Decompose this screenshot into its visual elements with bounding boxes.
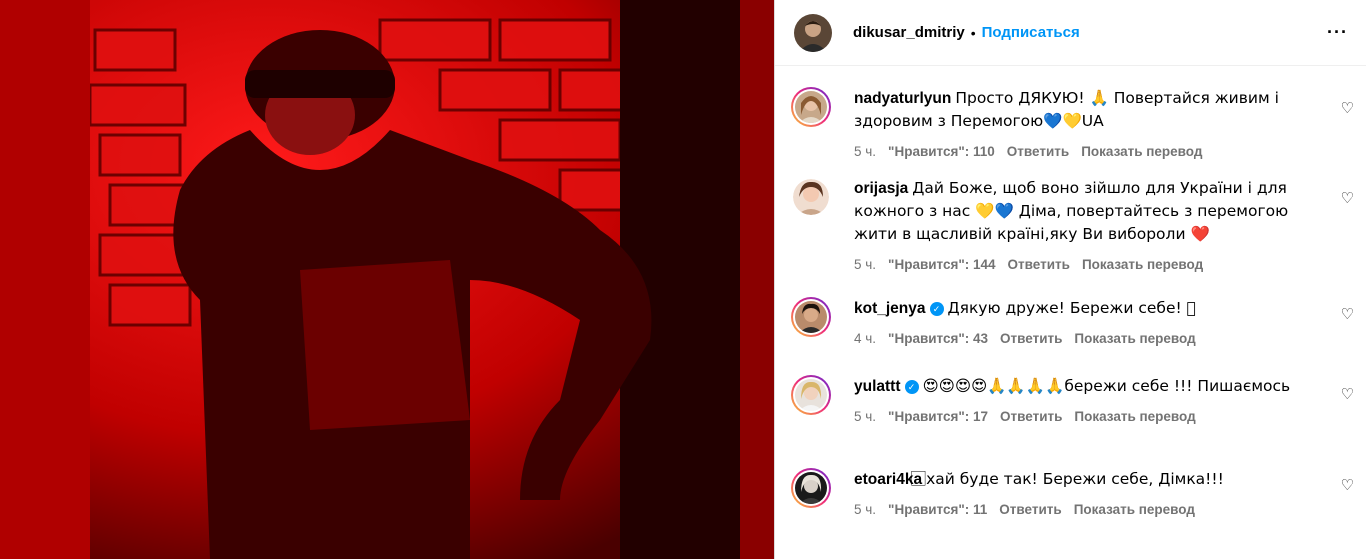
commenter-avatar[interactable] <box>791 87 831 127</box>
comment-text: Дай Боже, щоб воно зійшло для України і … <box>854 179 1289 243</box>
like-heart-icon[interactable]: ♡ <box>1341 99 1354 117</box>
follow-button[interactable]: Подписаться <box>982 24 1080 41</box>
like-heart-icon[interactable]: ♡ <box>1341 305 1354 323</box>
comment-item: etoari4ka⃞хай буде так! Бережи себе, Дім… <box>775 468 1366 526</box>
reply-button[interactable]: Ответить <box>1007 144 1069 159</box>
author-username[interactable]: dikusar_dmitriy <box>853 24 965 41</box>
commenter-avatar[interactable] <box>791 468 831 508</box>
post-photo <box>0 0 774 559</box>
likes-count[interactable]: "Нравится": 110 <box>888 144 995 159</box>
more-options-icon[interactable]: ··· <box>1327 22 1348 43</box>
comment-time[interactable]: 5 ч. <box>854 144 876 159</box>
comment-username[interactable]: kot_jenya <box>854 300 926 317</box>
separator-dot: • <box>970 24 976 41</box>
translate-button[interactable]: Показать перевод <box>1074 502 1195 517</box>
reply-button[interactable]: Ответить <box>1000 409 1062 424</box>
verified-badge-icon: ✓ <box>929 302 944 316</box>
like-heart-icon[interactable]: ♡ <box>1341 476 1354 494</box>
verified-badge-icon: ✓ <box>904 380 919 394</box>
comment-username[interactable]: etoari4ka <box>854 471 922 488</box>
likes-count[interactable]: "Нравится": 11 <box>888 502 987 517</box>
commenter-avatar[interactable] <box>791 297 831 337</box>
likes-count[interactable]: "Нравится": 17 <box>888 409 988 424</box>
like-heart-icon[interactable]: ♡ <box>1341 189 1354 207</box>
comments-panel: dikusar_dmitriy • Подписаться ··· nadyat… <box>774 0 1366 559</box>
like-heart-icon[interactable]: ♡ <box>1341 385 1354 403</box>
reply-button[interactable]: Ответить <box>999 502 1061 517</box>
comment-time[interactable]: 5 ч. <box>854 502 876 517</box>
comment-username[interactable]: yulattt <box>854 378 901 395</box>
comment-item: kot_jenya ✓ Дякую друже! Бережи себе! ⃞ 4 … <box>775 297 1366 355</box>
comment-time[interactable]: 4 ч. <box>854 331 876 346</box>
comment-text: Дякую друже! Бережи себе! ⃞ <box>947 299 1196 317</box>
comment-item: yulattt ✓ 😍😍😍😍🙏🙏🙏🙏бережи себе !!! Пишаємос… <box>775 375 1366 455</box>
comment-item: orijasja Дай Боже, щоб воно зійшло для Ук… <box>775 177 1366 279</box>
likes-count[interactable]: "Нравится": 43 <box>888 331 988 346</box>
likes-count[interactable]: "Нравится": 144 <box>888 257 996 272</box>
comment-text: 😍😍😍😍🙏🙏🙏🙏бережи себе !!! Пишаємось <box>922 377 1291 395</box>
comment-time[interactable]: 5 ч. <box>854 409 876 424</box>
author-avatar[interactable] <box>794 13 832 52</box>
comment-username[interactable]: orijasja <box>854 180 908 197</box>
commenter-avatar[interactable] <box>791 375 831 415</box>
comment-list: nadyaturlyun Просто ДЯКУЮ! 🙏 Повертайся ж… <box>775 66 1366 559</box>
commenter-avatar[interactable] <box>791 177 831 217</box>
comment-text: ⃞хай буде так! Бережи себе, Дімка!!! <box>926 470 1224 488</box>
reply-button[interactable]: Ответить <box>1000 331 1062 346</box>
translate-button[interactable]: Показать перевод <box>1081 144 1202 159</box>
translate-button[interactable]: Показать перевод <box>1082 257 1203 272</box>
comment-item: nadyaturlyun Просто ДЯКУЮ! 🙏 Повертайся ж… <box>775 87 1366 167</box>
translate-button[interactable]: Показать перевод <box>1074 331 1195 346</box>
reply-button[interactable]: Ответить <box>1008 257 1070 272</box>
post-header: dikusar_dmitriy • Подписаться ··· <box>775 0 1366 66</box>
comment-time[interactable]: 5 ч. <box>854 257 876 272</box>
translate-button[interactable]: Показать перевод <box>1074 409 1195 424</box>
comment-username[interactable]: nadyaturlyun <box>854 90 951 107</box>
post-image <box>0 0 774 559</box>
